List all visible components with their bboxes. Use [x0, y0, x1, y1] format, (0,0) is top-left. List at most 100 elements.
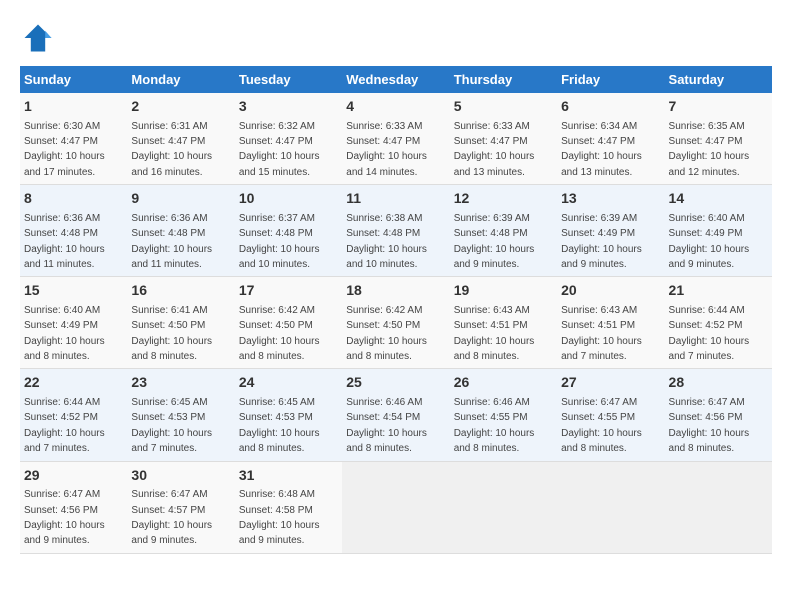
day-info: Sunrise: 6:40 AMSunset: 4:49 PMDaylight:… [669, 213, 750, 270]
day-number: 22 [24, 373, 123, 393]
day-number: 6 [561, 97, 660, 117]
page-header [20, 20, 772, 56]
day-number: 25 [346, 373, 445, 393]
day-info: Sunrise: 6:43 AMSunset: 4:51 PMDaylight:… [454, 305, 535, 362]
day-number: 17 [239, 281, 338, 301]
day-number: 19 [454, 281, 553, 301]
day-info: Sunrise: 6:36 AMSunset: 4:48 PMDaylight:… [24, 213, 105, 270]
day-info: Sunrise: 6:42 AMSunset: 4:50 PMDaylight:… [346, 305, 427, 362]
calendar-cell: 23Sunrise: 6:45 AMSunset: 4:53 PMDayligh… [127, 369, 234, 461]
calendar-cell: 18Sunrise: 6:42 AMSunset: 4:50 PMDayligh… [342, 277, 449, 369]
day-info: Sunrise: 6:46 AMSunset: 4:54 PMDaylight:… [346, 397, 427, 454]
calendar-cell: 24Sunrise: 6:45 AMSunset: 4:53 PMDayligh… [235, 369, 342, 461]
calendar-cell: 11Sunrise: 6:38 AMSunset: 4:48 PMDayligh… [342, 185, 449, 277]
calendar-cell [665, 461, 772, 553]
calendar-cell: 22 Sunrise: 6:44 AMSunset: 4:52 PMDayligh… [20, 369, 127, 461]
calendar-cell [450, 461, 557, 553]
day-number: 7 [669, 97, 768, 117]
day-info: Sunrise: 6:44 AMSunset: 4:52 PMDaylight:… [24, 397, 105, 454]
calendar-cell: 15 Sunrise: 6:40 AMSunset: 4:49 PMDayligh… [20, 277, 127, 369]
weekday-header: Tuesday [235, 66, 342, 93]
day-info: Sunrise: 6:34 AMSunset: 4:47 PMDaylight:… [561, 121, 642, 178]
day-info: Sunrise: 6:31 AMSunset: 4:47 PMDaylight:… [131, 121, 212, 178]
day-number: 1 [24, 97, 123, 117]
calendar-week-row: 22 Sunrise: 6:44 AMSunset: 4:52 PMDayligh… [20, 369, 772, 461]
calendar-week-row: 8 Sunrise: 6:36 AMSunset: 4:48 PMDaylight… [20, 185, 772, 277]
day-info: Sunrise: 6:32 AMSunset: 4:47 PMDaylight:… [239, 121, 320, 178]
day-info: Sunrise: 6:39 AMSunset: 4:48 PMDaylight:… [454, 213, 535, 270]
calendar-cell: 16 Sunrise: 6:41 AMSunset: 4:50 PMDayligh… [127, 277, 234, 369]
day-info: Sunrise: 6:42 AMSunset: 4:50 PMDaylight:… [239, 305, 320, 362]
weekday-header: Wednesday [342, 66, 449, 93]
calendar-cell: 26Sunrise: 6:46 AMSunset: 4:55 PMDayligh… [450, 369, 557, 461]
day-number: 24 [239, 373, 338, 393]
calendar-cell: 1 Sunrise: 6:30 AMSunset: 4:47 PMDaylight… [20, 93, 127, 185]
logo [20, 20, 62, 56]
weekday-header: Friday [557, 66, 664, 93]
calendar-cell: 20 Sunrise: 6:43 AMSunset: 4:51 PMDayligh… [557, 277, 664, 369]
calendar-cell: 3 Sunrise: 6:32 AMSunset: 4:47 PMDaylight… [235, 93, 342, 185]
calendar-cell: 4 Sunrise: 6:33 AMSunset: 4:47 PMDaylight… [342, 93, 449, 185]
logo-icon [20, 20, 56, 56]
weekday-header: Saturday [665, 66, 772, 93]
day-number: 26 [454, 373, 553, 393]
day-number: 27 [561, 373, 660, 393]
calendar-cell: 19 Sunrise: 6:43 AMSunset: 4:51 PMDayligh… [450, 277, 557, 369]
day-info: Sunrise: 6:36 AMSunset: 4:48 PMDaylight:… [131, 213, 212, 270]
day-info: Sunrise: 6:30 AMSunset: 4:47 PMDaylight:… [24, 121, 105, 178]
calendar-cell: 13 Sunrise: 6:39 AMSunset: 4:49 PMDayligh… [557, 185, 664, 277]
calendar-cell: 27 Sunrise: 6:47 AMSunset: 4:55 PMDayligh… [557, 369, 664, 461]
calendar-cell: 2Sunrise: 6:31 AMSunset: 4:47 PMDaylight… [127, 93, 234, 185]
day-number: 4 [346, 97, 445, 117]
day-info: Sunrise: 6:47 AMSunset: 4:56 PMDaylight:… [24, 489, 105, 546]
day-number: 16 [131, 281, 230, 301]
day-info: Sunrise: 6:47 AMSunset: 4:55 PMDaylight:… [561, 397, 642, 454]
day-info: Sunrise: 6:48 AMSunset: 4:58 PMDaylight:… [239, 489, 320, 546]
weekday-header-row: SundayMondayTuesdayWednesdayThursdayFrid… [20, 66, 772, 93]
day-number: 20 [561, 281, 660, 301]
day-number: 8 [24, 189, 123, 209]
day-number: 30 [131, 466, 230, 486]
day-number: 15 [24, 281, 123, 301]
calendar-cell: 29Sunrise: 6:47 AMSunset: 4:56 PMDayligh… [20, 461, 127, 553]
day-number: 5 [454, 97, 553, 117]
day-number: 13 [561, 189, 660, 209]
calendar-cell: 6 Sunrise: 6:34 AMSunset: 4:47 PMDaylight… [557, 93, 664, 185]
day-info: Sunrise: 6:33 AMSunset: 4:47 PMDaylight:… [346, 121, 427, 178]
weekday-header: Thursday [450, 66, 557, 93]
weekday-header: Sunday [20, 66, 127, 93]
calendar-cell: 12 Sunrise: 6:39 AMSunset: 4:48 PMDayligh… [450, 185, 557, 277]
weekday-header: Monday [127, 66, 234, 93]
day-number: 3 [239, 97, 338, 117]
day-info: Sunrise: 6:40 AMSunset: 4:49 PMDaylight:… [24, 305, 105, 362]
day-info: Sunrise: 6:45 AMSunset: 4:53 PMDaylight:… [131, 397, 212, 454]
day-number: 21 [669, 281, 768, 301]
calendar-week-row: 29Sunrise: 6:47 AMSunset: 4:56 PMDayligh… [20, 461, 772, 553]
day-info: Sunrise: 6:33 AMSunset: 4:47 PMDaylight:… [454, 121, 535, 178]
day-number: 28 [669, 373, 768, 393]
day-info: Sunrise: 6:44 AMSunset: 4:52 PMDaylight:… [669, 305, 750, 362]
day-number: 9 [131, 189, 230, 209]
calendar-cell: 28 Sunrise: 6:47 AMSunset: 4:56 PMDayligh… [665, 369, 772, 461]
day-info: Sunrise: 6:39 AMSunset: 4:49 PMDaylight:… [561, 213, 642, 270]
day-info: Sunrise: 6:41 AMSunset: 4:50 PMDaylight:… [131, 305, 212, 362]
calendar-cell: 21 Sunrise: 6:44 AMSunset: 4:52 PMDayligh… [665, 277, 772, 369]
day-number: 14 [669, 189, 768, 209]
calendar-cell: 5 Sunrise: 6:33 AMSunset: 4:47 PMDaylight… [450, 93, 557, 185]
day-info: Sunrise: 6:47 AMSunset: 4:57 PMDaylight:… [131, 489, 212, 546]
day-info: Sunrise: 6:47 AMSunset: 4:56 PMDaylight:… [669, 397, 750, 454]
calendar-week-row: 15 Sunrise: 6:40 AMSunset: 4:49 PMDayligh… [20, 277, 772, 369]
calendar-cell: 30 Sunrise: 6:47 AMSunset: 4:57 PMDayligh… [127, 461, 234, 553]
calendar-cell: 14 Sunrise: 6:40 AMSunset: 4:49 PMDayligh… [665, 185, 772, 277]
calendar-table: SundayMondayTuesdayWednesdayThursdayFrid… [20, 66, 772, 554]
calendar-cell: 9 Sunrise: 6:36 AMSunset: 4:48 PMDaylight… [127, 185, 234, 277]
day-info: Sunrise: 6:43 AMSunset: 4:51 PMDaylight:… [561, 305, 642, 362]
day-number: 11 [346, 189, 445, 209]
calendar-cell: 31 Sunrise: 6:48 AMSunset: 4:58 PMDayligh… [235, 461, 342, 553]
calendar-cell: 8 Sunrise: 6:36 AMSunset: 4:48 PMDaylight… [20, 185, 127, 277]
calendar-cell: 17 Sunrise: 6:42 AMSunset: 4:50 PMDayligh… [235, 277, 342, 369]
calendar-cell [342, 461, 449, 553]
day-number: 12 [454, 189, 553, 209]
day-number: 31 [239, 466, 338, 486]
calendar-week-row: 1 Sunrise: 6:30 AMSunset: 4:47 PMDaylight… [20, 93, 772, 185]
